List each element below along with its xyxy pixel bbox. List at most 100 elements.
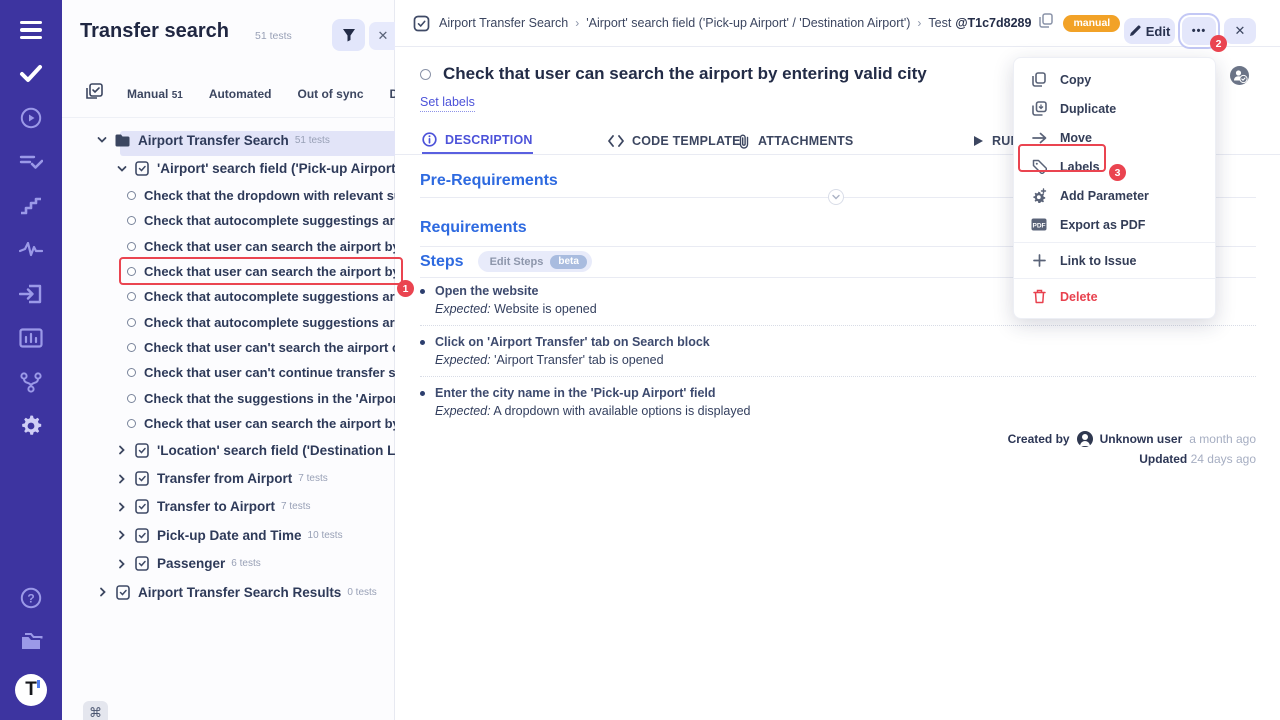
test-circle-icon [127,394,136,403]
paperclip-icon [738,134,750,149]
menu-separator [1014,242,1215,243]
tab-automated[interactable]: Automated [209,87,272,101]
info-icon [422,132,437,147]
activity-pulse-icon[interactable] [18,238,44,262]
menu-icon[interactable] [18,18,44,42]
test-id: @T1c7d8289 [955,16,1031,30]
reports-chart-icon[interactable] [18,326,44,350]
breadcrumb-suite-root[interactable]: Airport Transfer Search [439,16,568,30]
filter-button[interactable] [332,19,365,51]
suite-doc-icon [135,528,149,543]
test-status-circle-icon [420,69,431,80]
suite-doc-icon [135,499,149,514]
chevron-down-icon [117,164,127,174]
logo-letter: T [25,679,37,701]
menu-item-copy[interactable]: Copy [1014,65,1215,94]
tree-test-item[interactable]: Check that autocomplete suggestings are … [62,208,395,233]
projects-folder-icon[interactable] [18,630,44,654]
gear-plus-icon [1031,188,1047,203]
app-logo[interactable]: T [15,674,47,706]
plus-icon [1031,254,1047,267]
edit-button[interactable]: Edit [1124,18,1175,44]
step-item: Enter the city name in the 'Pick-up Airp… [420,386,1256,427]
select-all-icon[interactable] [86,83,103,105]
runs-play-icon[interactable] [18,106,44,130]
tree-test-item[interactable]: Check that user can search the airport b… [62,411,395,436]
trash-icon [1031,289,1047,304]
help-icon[interactable]: ? [18,586,44,610]
tab-attachments[interactable]: ATTACHMENTS [738,127,853,155]
collapse-toggle[interactable] [828,189,844,205]
menu-separator [1014,278,1215,279]
menu-item-duplicate[interactable]: Duplicate [1014,94,1215,123]
tree-suite-transfer-from[interactable]: Transfer from Airport7 tests [62,464,395,492]
created-by-label: Created by [1008,432,1070,446]
edit-steps-button[interactable]: Edit Steps beta [478,251,592,272]
close-test-button[interactable]: ✕ [1224,18,1256,44]
menu-item-move[interactable]: Move [1014,123,1215,152]
tests-check-icon[interactable] [18,62,44,86]
steps-icon[interactable] [18,194,44,218]
breadcrumb-test: Test [928,16,951,30]
copy-test-id-icon[interactable] [1039,13,1053,33]
beta-badge: beta [550,255,587,269]
tree-test-item[interactable]: Check that autocomplete suggestions are … [62,284,395,309]
tree-test-item[interactable]: Check that the dropdown with relevant su… [62,183,395,208]
tree-suite-airport-field[interactable]: 'Airport' search field ('Pick-up Airport… [62,155,395,182]
steps-heading-row: Steps Edit Steps beta [420,251,592,272]
context-menu: Copy Duplicate Move Labels Add Parameter… [1013,57,1216,319]
updated-time: 24 days ago [1191,452,1256,466]
pencil-icon [1129,25,1141,37]
creator-avatar [1077,431,1093,447]
annotation-badge-3: 3 [1109,164,1126,181]
steps-heading: Steps [420,253,464,271]
test-title: Check that user can search the airport b… [443,64,927,84]
step-item: Click on 'Airport Transfer' tab on Searc… [420,335,1256,377]
tree-suite-transfer-to[interactable]: Transfer to Airport7 tests [62,493,395,521]
menu-item-export-pdf[interactable]: PDF Export as PDF [1014,210,1215,239]
duplicate-icon [1031,101,1047,116]
test-circle-icon [127,267,136,276]
svg-text:?: ? [27,592,34,606]
tree-test-item[interactable]: Check that the suggestions in the 'Airpo… [62,385,395,410]
pdf-icon: PDF [1031,218,1047,231]
tree-suite-location-field[interactable]: 'Location' search field ('Destination Lo… [62,436,395,464]
settings-gear-icon[interactable] [18,414,44,438]
tree-folder-root[interactable]: Airport Transfer Search 51 tests [62,127,395,153]
tree-suite-passenger[interactable]: Passenger6 tests [62,550,395,578]
menu-item-link-issue[interactable]: Link to Issue [1014,246,1215,275]
tree-test-item[interactable]: Check that user can't continue transfer … [62,360,395,385]
app-sidebar: ? T [0,0,62,720]
tree-suite-results[interactable]: Airport Transfer Search Results0 tests [62,578,395,606]
tree-test-item[interactable]: Check that autocomplete suggestions are … [62,309,395,334]
breadcrumb-suite[interactable]: 'Airport' search field ('Pick-up Airport… [586,16,910,30]
menu-item-delete[interactable]: Delete [1014,282,1215,311]
test-circle-icon [127,343,136,352]
tree-test-item-selected[interactable]: Check that user can search the airport b… [62,259,395,284]
chevron-right-icon [117,530,127,540]
panel-close-button[interactable]: ✕ [369,22,397,50]
tree-suite-pickup-date[interactable]: Pick-up Date and Time10 tests [62,521,395,549]
tab-code-template[interactable]: CODE TEMPLATE [608,127,741,155]
tab-description[interactable]: DESCRIPTION [422,127,533,155]
menu-item-add-parameter[interactable]: Add Parameter [1014,181,1215,210]
tab-manual[interactable]: Manual 51 [127,87,183,101]
tabs-divider [62,117,395,118]
tab-out-of-sync[interactable]: Out of sync [297,87,363,101]
panel-test-count: 51 tests [255,30,292,42]
tree-test-item[interactable]: Check that user can't search the airport… [62,335,395,360]
import-icon[interactable] [18,282,44,306]
created-time: a month ago [1189,432,1256,446]
set-labels-link[interactable]: Set labels [420,95,475,112]
chevron-right-icon [98,587,108,597]
branch-icon[interactable] [18,370,44,394]
annotation-badge-1: 1 [397,280,414,297]
plans-list-check-icon[interactable] [18,150,44,174]
step-bullet [420,340,425,345]
tree-test-item[interactable]: Check that user can search the airport b… [62,234,395,259]
annotation-badge-2: 2 [1210,35,1227,52]
chevron-right-icon [117,474,127,484]
user-check-icon[interactable] [1229,65,1250,91]
command-shortcut-button[interactable]: ⌘ [83,701,108,720]
tree-filter-tabs: Manual 51 Automated Out of sync De [62,80,395,108]
